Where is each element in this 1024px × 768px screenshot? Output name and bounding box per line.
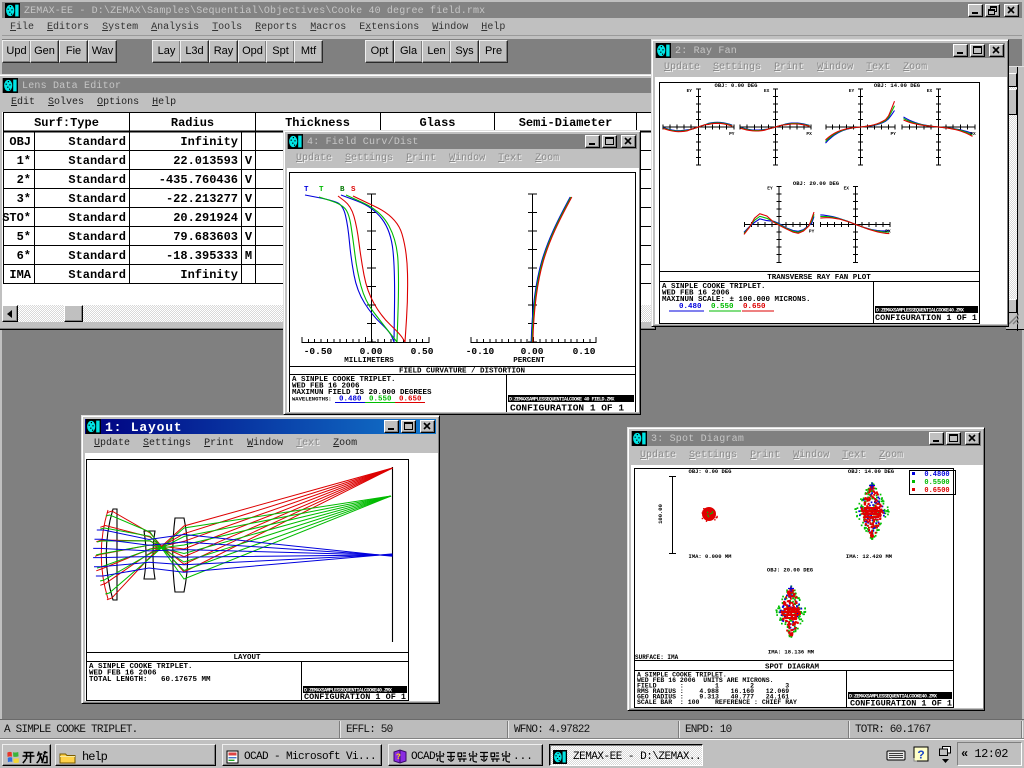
svg-text:TRANSVERSE RAY FAN PLOT: TRANSVERSE RAY FAN PLOT	[767, 274, 871, 282]
svg-text:EX: EX	[844, 185, 850, 191]
svg-text:EY: EY	[849, 88, 855, 94]
svg-text:CONFIGURATION 1 OF 1: CONFIGURATION 1 OF 1	[510, 403, 624, 413]
svg-text:MILLIMETERS: MILLIMETERS	[344, 357, 394, 365]
svg-text:-18.395333: -18.395333	[166, 249, 238, 263]
svg-text:CONFIGURATION 1 OF 1: CONFIGURATION 1 OF 1	[875, 313, 977, 323]
svg-text:EX: EX	[764, 88, 770, 94]
svg-text:PY: PY	[729, 131, 735, 137]
svg-text:T: T	[319, 186, 324, 194]
svg-text:B: B	[340, 186, 345, 194]
svg-text:PX: PX	[970, 131, 976, 137]
svg-text:CONFIGURATION 1 OF 1: CONFIGURATION 1 OF 1	[304, 692, 406, 701]
svg-text:0.5500: 0.5500	[924, 479, 949, 487]
svg-text:-0.10: -0.10	[466, 346, 495, 357]
svg-text:LAYOUT: LAYOUT	[233, 654, 261, 662]
svg-text:EX: EX	[927, 88, 933, 94]
svg-text:V: V	[245, 173, 253, 187]
svg-text:Standard: Standard	[68, 268, 126, 282]
svg-text:IMA: IMA	[9, 268, 31, 282]
svg-text:-22.213277: -22.213277	[166, 192, 238, 206]
svg-text:0.10: 0.10	[573, 346, 596, 357]
svg-text:Infinity: Infinity	[180, 135, 238, 149]
svg-text:V: V	[245, 230, 253, 244]
svg-text:3*: 3*	[17, 192, 31, 206]
svg-text:STO*: STO*	[2, 211, 31, 225]
svg-text:Standard: Standard	[68, 135, 126, 149]
svg-text:V: V	[245, 154, 253, 168]
svg-text:Radius: Radius	[171, 116, 214, 130]
svg-text:OBJ: 0.00 DEG: OBJ: 0.00 DEG	[689, 468, 733, 475]
svg-text:0.6500: 0.6500	[924, 487, 949, 495]
svg-text:Standard: Standard	[68, 249, 126, 263]
svg-text:?: ?	[396, 753, 401, 762]
svg-text:?: ?	[918, 749, 925, 763]
svg-text:2*: 2*	[17, 173, 31, 187]
svg-text:0.50: 0.50	[411, 346, 434, 357]
svg-text:WAVELENGTHS:: WAVELENGTHS:	[292, 396, 332, 403]
svg-text:PX: PX	[806, 131, 812, 137]
svg-text:0.650: 0.650	[743, 303, 766, 311]
svg-text:V: V	[245, 192, 253, 206]
svg-text:OBJ: 14.00 DEG: OBJ: 14.00 DEG	[848, 468, 895, 475]
svg-text:Thickness: Thickness	[285, 116, 350, 130]
svg-text:OBJ: 20.00 DEG: OBJ: 20.00 DEG	[793, 180, 840, 187]
svg-text:TOTAL LENGTH: 60.17675 MM: TOTAL LENGTH: 60.17675 MM	[89, 676, 211, 684]
svg-text:M: M	[245, 249, 252, 263]
svg-text:-0.50: -0.50	[304, 346, 333, 357]
svg-text:CONFIGURATION 1 OF 1: CONFIGURATION 1 OF 1	[850, 699, 952, 709]
svg-text:0.550: 0.550	[711, 303, 734, 311]
svg-text:0.480: 0.480	[679, 303, 702, 311]
svg-text:PERCENT: PERCENT	[513, 357, 545, 365]
svg-text:S: S	[351, 186, 356, 194]
svg-text:IMA: 18.136 MM: IMA: 18.136 MM	[768, 649, 815, 656]
svg-text:Standard: Standard	[68, 211, 126, 225]
svg-text:OBJ: 14.00 DEG: OBJ: 14.00 DEG	[874, 82, 921, 89]
svg-text:IMA: 12.420 MM: IMA: 12.420 MM	[846, 553, 893, 560]
svg-text:Surf:Type: Surf:Type	[34, 116, 99, 130]
svg-text:22.013593: 22.013593	[173, 154, 238, 168]
svg-text:-435.760436: -435.760436	[159, 173, 238, 187]
svg-text:OBJ: 0.00 DEG: OBJ: 0.00 DEG	[715, 82, 759, 89]
svg-text:Standard: Standard	[68, 173, 126, 187]
svg-text:6*: 6*	[17, 249, 31, 263]
svg-text:OBJ: OBJ	[9, 135, 31, 149]
svg-text:OBJ: 20.00 DEG: OBJ: 20.00 DEG	[767, 567, 814, 574]
svg-text:Standard: Standard	[68, 230, 126, 244]
svg-text:PY: PY	[890, 131, 896, 137]
svg-text:5*: 5*	[17, 230, 31, 244]
svg-text:EY: EY	[767, 185, 773, 191]
svg-text:20.291924: 20.291924	[173, 211, 238, 225]
svg-text:T: T	[304, 186, 309, 194]
svg-text:100.00: 100.00	[657, 504, 664, 524]
svg-text:SPOT DIAGRAM: SPOT DIAGRAM	[765, 664, 820, 672]
svg-text:FIELD CURVATURE / DISTORTION: FIELD CURVATURE / DISTORTION	[399, 368, 525, 376]
svg-text:Infinity: Infinity	[180, 268, 238, 282]
svg-text:IMA: 0.000 MM: IMA: 0.000 MM	[689, 553, 733, 560]
svg-text:0.00: 0.00	[360, 346, 383, 357]
svg-text:0.4800: 0.4800	[924, 471, 949, 479]
svg-text:Semi-Diameter: Semi-Diameter	[519, 116, 613, 130]
svg-text:79.683603: 79.683603	[173, 230, 238, 244]
svg-text:SCALE BAR : 100 REFERENCE: SCALE BAR : 100 REFERENCE : CHIEF RAY	[637, 699, 797, 706]
svg-text:V: V	[245, 211, 253, 225]
svg-text:EY: EY	[687, 88, 693, 94]
svg-text:PX: PX	[885, 228, 891, 234]
svg-text:Standard: Standard	[68, 192, 126, 206]
svg-text:PY: PY	[809, 228, 815, 234]
svg-text:0.00: 0.00	[521, 346, 544, 357]
svg-text:SURFACE: IMA: SURFACE: IMA	[635, 654, 679, 661]
svg-text:Standard: Standard	[68, 154, 126, 168]
svg-text:1*: 1*	[17, 154, 31, 168]
svg-text:Glass: Glass	[419, 116, 455, 130]
